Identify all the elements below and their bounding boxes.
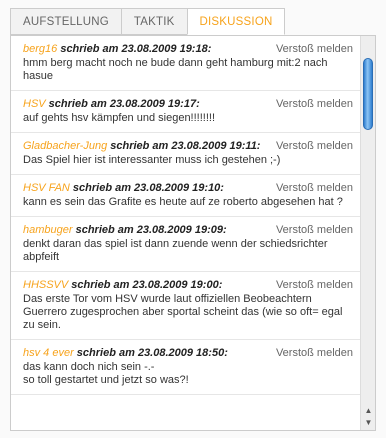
comment-text: das kann doch nich sein -.- so toll gest…	[23, 361, 189, 386]
report-violation-link[interactable]: Verstoß melden	[276, 347, 353, 360]
report-violation-link[interactable]: Verstoß melden	[276, 98, 353, 111]
comment-meta: schrieb am 23.08.2009 19:00:	[68, 279, 223, 291]
comments-scrollbar[interactable]: ▲ ▼	[360, 36, 375, 430]
comment-item: berg16 schrieb am 23.08.2009 19:18: Vers…	[11, 36, 361, 91]
comment-list: berg16 schrieb am 23.08.2009 19:18: Vers…	[11, 36, 361, 430]
comment-item: HSV FAN schrieb am 23.08.2009 19:10: Ver…	[11, 175, 361, 217]
comment-text: Das erste Tor vom HSV wurde laut offizie…	[23, 293, 343, 331]
comment-text: denkt daran das spiel ist dann zuende we…	[23, 238, 328, 263]
report-violation-link[interactable]: Verstoß melden	[276, 182, 353, 195]
report-violation-link[interactable]: Verstoß melden	[276, 140, 353, 153]
comment-text: kann es sein das Grafite es heute auf ze…	[23, 196, 343, 208]
comment-text: auf gehts hsv kämpfen und siegen!!!!!!!!	[23, 112, 216, 124]
comment-text: Das Spiel hier ist interessanter muss ic…	[23, 154, 281, 166]
comment-meta: schrieb am 23.08.2009 19:17:	[45, 98, 200, 110]
comment-author-link[interactable]: berg16	[23, 43, 57, 55]
down-arrow-icon[interactable]: ▼	[363, 417, 374, 428]
report-violation-link[interactable]: Verstoß melden	[276, 224, 353, 237]
comments-panel: berg16 schrieb am 23.08.2009 19:18: Vers…	[10, 35, 376, 431]
comment-author-link[interactable]: HSV FAN	[23, 182, 70, 194]
comment-author-link[interactable]: hambuger	[23, 224, 73, 236]
comment-item: hambuger schrieb am 23.08.2009 19:09: Ve…	[11, 217, 361, 272]
comment-meta: schrieb am 23.08.2009 19:10:	[69, 182, 224, 194]
report-violation-link[interactable]: Verstoß melden	[276, 279, 353, 292]
comment-text: hmm berg macht noch ne bude dann geht ha…	[23, 57, 328, 82]
comment-meta: schrieb am 23.08.2009 19:09:	[72, 224, 227, 236]
comment-item: hsv 4 ever schrieb am 23.08.2009 18:50: …	[11, 340, 361, 395]
comment-item: HSV schrieb am 23.08.2009 19:17: Verstoß…	[11, 91, 361, 133]
comment-author-link[interactable]: HSV	[23, 98, 46, 110]
comment-author-link[interactable]: HHSSVV	[23, 279, 68, 291]
tab-bar: AUFSTELLUNG TAKTIK DISKUSSION	[10, 8, 286, 36]
discussion-widget: AUFSTELLUNG TAKTIK DISKUSSION berg16 sch…	[0, 0, 386, 438]
comment-meta: schrieb am 23.08.2009 19:18:	[57, 43, 212, 55]
comment-item: Gladbacher-Jung schrieb am 23.08.2009 19…	[11, 133, 361, 175]
tab-diskussion[interactable]: DISKUSSION	[186, 8, 286, 35]
tab-aufstellung[interactable]: AUFSTELLUNG	[10, 8, 122, 35]
comment-meta: schrieb am 23.08.2009 19:11:	[107, 140, 261, 152]
comment-author-link[interactable]: Gladbacher-Jung	[23, 140, 107, 152]
up-arrow-icon[interactable]: ▲	[363, 405, 374, 416]
comment-item: HHSSVV schrieb am 23.08.2009 19:00: Vers…	[11, 272, 361, 340]
comment-author-link[interactable]: hsv 4 ever	[23, 347, 74, 359]
report-violation-link[interactable]: Verstoß melden	[276, 43, 353, 56]
comment-meta: schrieb am 23.08.2009 18:50:	[73, 347, 228, 359]
tab-taktik[interactable]: TAKTIK	[120, 8, 188, 35]
scrollbar-thumb[interactable]	[363, 58, 373, 130]
